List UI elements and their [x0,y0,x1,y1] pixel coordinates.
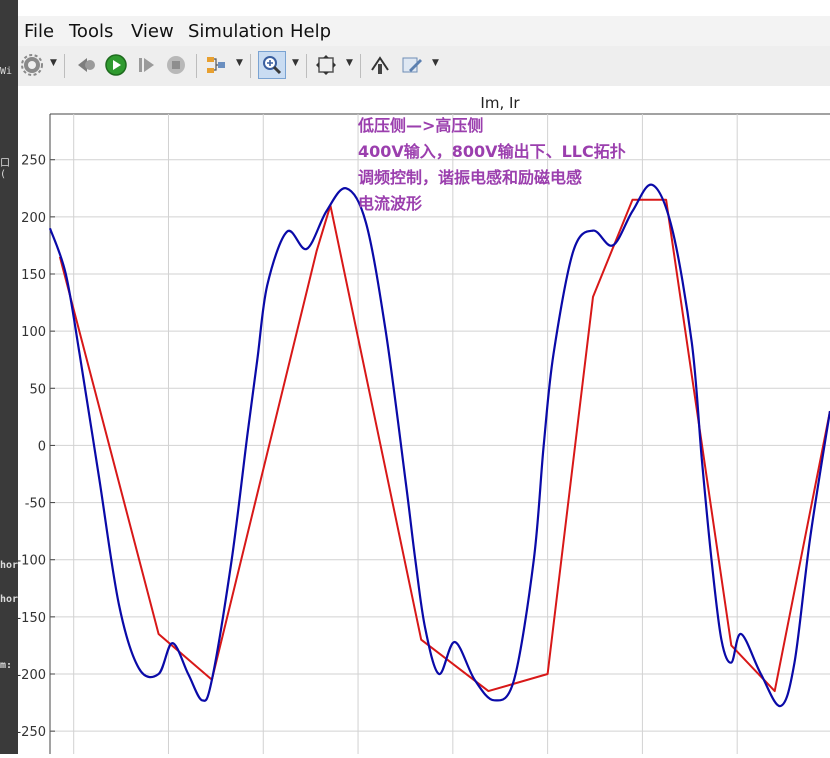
menu-view[interactable]: View [131,21,174,42]
annotation-line-3: 调频控制，谐振电感和励磁电感 [358,168,583,187]
cursor-measure-icon[interactable] [368,53,392,77]
fit-to-view-icon[interactable] [314,53,338,77]
menu-bar: File Tools View Simulation Help [18,16,830,46]
menu-simulation[interactable]: Simulation [188,21,284,42]
zoom-dropdown-icon[interactable]: ▼ [292,58,299,68]
annotation-line-4: 电流波形 [358,194,423,213]
stop-icon[interactable] [164,53,188,77]
step-forward-icon[interactable] [134,53,158,77]
y-tick-label: -100 [18,554,46,569]
side-fragment: m: [0,660,13,671]
plot-area[interactable]: Im, Ir 250 200 150 100 50 0 -50 -100 -150 -200 -25… [16,86,830,754]
step-back-icon[interactable] [74,53,98,77]
y-tick-label: 150 [21,268,46,283]
zoom-icon[interactable] [258,51,286,79]
menu-file[interactable]: File [24,21,54,42]
grid [49,113,830,754]
gear-icon[interactable] [20,53,44,77]
run-icon[interactable] [104,53,128,77]
y-tick-label: 250 [21,154,46,169]
side-window-strip: Wi 口 ( hor hor m: [0,0,18,754]
gear-dropdown-icon[interactable]: ▼ [50,58,57,68]
menu-tools[interactable]: Tools [69,21,113,42]
y-tick-label: 200 [21,211,46,226]
signal-selector-icon[interactable] [204,53,228,77]
toolbar-separator [250,54,251,78]
y-tick-label: 100 [21,325,46,340]
style-dropdown-icon[interactable]: ▼ [432,58,439,68]
y-tick-label: -200 [18,668,46,683]
side-fragment: Wi [0,66,13,77]
y-tick-label: 0 [38,439,46,454]
annotation-line-2: 400V输入，800V输出下、LLC拓扑 [358,142,626,161]
side-fragment: hor [0,594,19,605]
fit-dropdown-icon[interactable]: ▼ [346,58,353,68]
signal-dropdown-icon[interactable]: ▼ [236,58,243,68]
y-tick-labels: 250 200 150 100 50 0 -50 -100 -150 -200 -250 [16,154,46,740]
y-tick-label: -50 [25,497,46,512]
style-edit-icon[interactable] [400,53,424,77]
side-fragment: hor [0,560,19,571]
toolbar-separator [360,54,361,78]
toolbar: ▼ ▼ ▼ ▼ ▼ [18,46,830,87]
menu-help[interactable]: Help [290,21,331,42]
y-tick-label: 50 [29,382,46,397]
y-tick-label: -250 [18,725,46,740]
side-fragment: 口 ( [0,158,10,180]
annotation-line-1: 低压侧—>高压侧 [358,116,484,135]
chart-title: Im, Ir [480,94,520,112]
toolbar-separator [64,54,65,78]
toolbar-separator [306,54,307,78]
toolbar-separator [196,54,197,78]
y-tick-label: -150 [18,611,46,626]
